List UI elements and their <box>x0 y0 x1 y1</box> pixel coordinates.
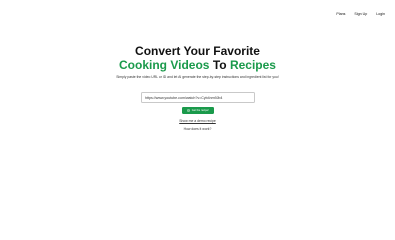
hero-title-line1: Convert Your Favorite <box>135 44 260 58</box>
page: Plans Sign Up Login Convert Your Favorit… <box>0 0 395 230</box>
top-nav: Plans Sign Up Login <box>336 12 385 16</box>
get-recipe-button[interactable]: Get the recipe! <box>182 107 214 114</box>
hero-title-highlight-2: Recipes <box>229 58 276 72</box>
how-it-works-link[interactable]: How does it work? <box>0 127 395 131</box>
hero-title-connector: To <box>212 58 227 72</box>
get-recipe-button-label: Get the recipe! <box>191 109 209 112</box>
recipe-icon <box>187 109 191 112</box>
hero: Convert Your Favorite Cooking Videos To … <box>0 44 395 80</box>
demo-recipe-link[interactable]: Show me a demo recipe <box>0 119 395 123</box>
video-url-input[interactable]: https://www.youtube.com/watch?v=Cyb4nm9J… <box>141 92 255 103</box>
nav-login-link[interactable]: Login <box>376 12 385 16</box>
nav-signup-link[interactable]: Sign Up <box>354 12 367 16</box>
hero-subtitle: Simply paste the video URL or ID and let… <box>116 75 279 79</box>
hero-title-line2: Cooking Videos To Recipes <box>0 58 395 72</box>
hero-title-highlight-1: Cooking Videos <box>119 58 210 72</box>
nav-plans-link[interactable]: Plans <box>336 12 345 16</box>
